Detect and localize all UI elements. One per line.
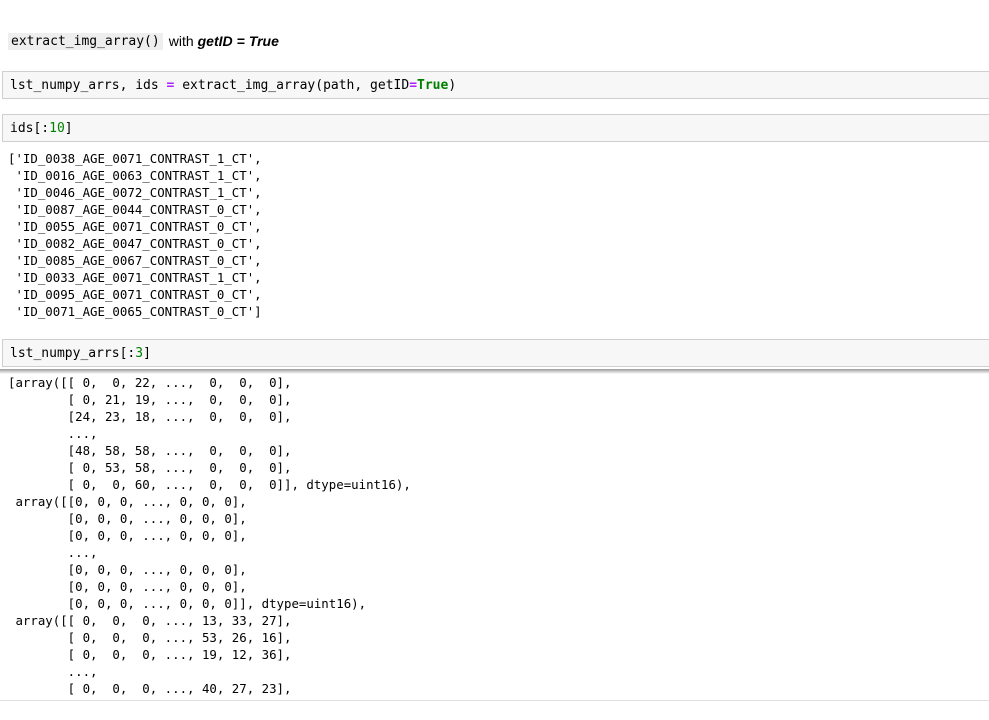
output-ids: ['ID_0038_AGE_0071_CONTRAST_1_CT', 'ID_0… <box>8 150 262 320</box>
output-line: ..., <box>8 545 98 560</box>
output-line: [ 0, 53, 58, ..., 0, 0, 0], <box>8 460 292 475</box>
output-scroll-edge <box>0 700 989 720</box>
output-line: array([[ 0, 0, 0, ..., 13, 33, 27], <box>8 613 292 628</box>
code-token: ] <box>143 345 151 361</box>
code-cell-ids-slice[interactable]: ids[: 10] <box>2 114 989 142</box>
equals-sign: = <box>236 33 245 49</box>
output-line: 'ID_0085_AGE_0067_CONTRAST_0_CT', <box>8 253 262 268</box>
output-line: [48, 58, 58, ..., 0, 0, 0], <box>8 443 292 458</box>
output-line: [array([[ 0, 0, 22, ..., 0, 0, 0], <box>8 375 292 390</box>
param-value: True <box>248 33 279 49</box>
code-token: ) <box>448 77 457 93</box>
output-line: [ 0, 21, 19, ..., 0, 0, 0], <box>8 392 292 407</box>
output-line: 'ID_0082_AGE_0047_CONTRAST_0_CT', <box>8 236 262 251</box>
code-token: lst_numpy_arrs, ids <box>10 77 167 93</box>
output-line: array([[0, 0, 0, ..., 0, 0, 0], <box>8 494 247 509</box>
output-line: 'ID_0016_AGE_0063_CONTRAST_1_CT', <box>8 168 262 183</box>
code-token: lst_numpy_arrs[: <box>10 345 136 361</box>
operator-token: = <box>166 77 175 93</box>
output-line: [0, 0, 0, ..., 0, 0, 0], <box>8 511 247 526</box>
number-token: 3 <box>135 345 144 361</box>
operator-token: = <box>409 77 418 93</box>
output-line: [0, 0, 0, ..., 0, 0, 0], <box>8 528 247 543</box>
output-line: [ 0, 0, 60, ..., 0, 0, 0]], dtype=uint16… <box>8 477 411 492</box>
output-line: 'ID_0087_AGE_0044_CONTRAST_0_CT', <box>8 202 262 217</box>
keyword-token: True <box>417 77 449 93</box>
code-token: extract_img_array(path, getID <box>174 77 410 93</box>
code-token: ids[: <box>10 120 50 136</box>
param-name: getID <box>197 33 233 49</box>
output-line: 'ID_0055_AGE_0071_CONTRAST_0_CT', <box>8 219 262 234</box>
output-arrays[interactable]: [array([[ 0, 0, 22, ..., 0, 0, 0], [ 0, … <box>8 374 411 714</box>
output-line: [0, 0, 0, ..., 0, 0, 0], <box>8 579 247 594</box>
output-line: ..., <box>8 426 98 441</box>
output-line: 'ID_0071_AGE_0065_CONTRAST_0_CT'] <box>8 304 262 319</box>
output-line: [0, 0, 0, ..., 0, 0, 0]], dtype=uint16), <box>8 596 367 611</box>
code-token: ] <box>64 120 73 136</box>
output-line: [ 0, 0, 0, ..., 40, 27, 23], <box>8 681 292 696</box>
with-text: with <box>168 33 194 49</box>
code-cell-arrays-slice[interactable]: lst_numpy_arrs[: 3] <box>2 339 989 367</box>
function-name-code: extract_img_array() <box>8 32 163 50</box>
output-line: [0, 0, 0, ..., 0, 0, 0], <box>8 562 247 577</box>
output-line: 'ID_0095_AGE_0071_CONTRAST_0_CT', <box>8 287 262 302</box>
number-token: 10 <box>49 120 65 136</box>
output-line: [ 0, 0, 0, ..., 19, 12, 36], <box>8 647 292 662</box>
code-cell-extract[interactable]: lst_numpy_arrs, ids = extract_img_array(… <box>2 71 989 99</box>
output-line: 'ID_0046_AGE_0072_CONTRAST_1_CT', <box>8 185 262 200</box>
output-line: [24, 23, 18, ..., 0, 0, 0], <box>8 409 292 424</box>
output-line: 'ID_0033_AGE_0071_CONTRAST_1_CT', <box>8 270 262 285</box>
markdown-heading: extract_img_array() with getID = True <box>8 31 279 51</box>
output-line: [ 0, 0, 0, ..., 53, 26, 16], <box>8 630 292 645</box>
output-line: ['ID_0038_AGE_0071_CONTRAST_1_CT', <box>8 151 262 166</box>
output-line: ..., <box>8 664 98 679</box>
